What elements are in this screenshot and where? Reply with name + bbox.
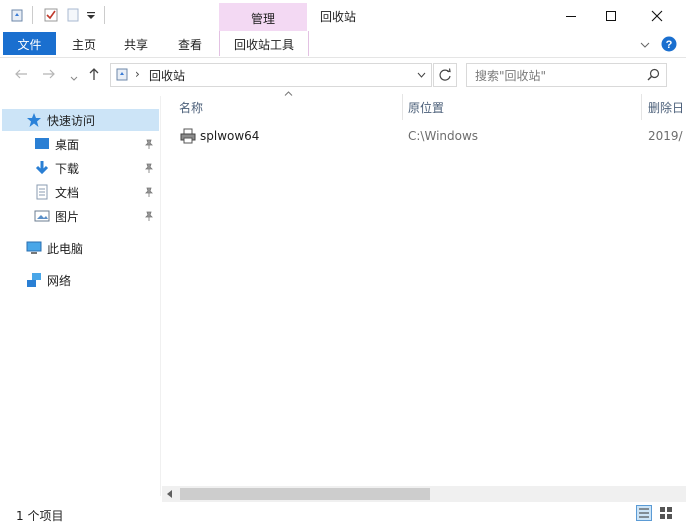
network-icon bbox=[26, 272, 42, 288]
nav-item-label: 桌面 bbox=[55, 137, 80, 152]
maximize-icon bbox=[606, 10, 616, 21]
pin-icon[interactable] bbox=[144, 211, 154, 221]
chevron-down-icon[interactable] bbox=[417, 72, 426, 78]
nav-item-downloads[interactable]: 下载 bbox=[34, 157, 79, 179]
arrow-left-icon bbox=[15, 69, 27, 79]
file-name[interactable]: splwow64 bbox=[200, 129, 259, 143]
column-header-name[interactable]: 名称 bbox=[179, 99, 203, 116]
computer-icon bbox=[26, 240, 42, 256]
pin-icon[interactable] bbox=[144, 187, 154, 197]
address-bar[interactable]: › 回收站 bbox=[110, 63, 432, 87]
desktop-icon bbox=[34, 136, 50, 152]
nav-network-label: 网络 bbox=[47, 273, 72, 288]
qat-divider bbox=[104, 6, 105, 24]
back-button[interactable] bbox=[14, 68, 28, 83]
file-tab[interactable]: 文件 bbox=[3, 32, 56, 55]
arrow-up-icon bbox=[89, 68, 99, 80]
large-icons-view-icon[interactable] bbox=[658, 505, 674, 521]
chevron-down-icon bbox=[640, 42, 650, 48]
tab-view[interactable]: 查看 bbox=[178, 36, 202, 53]
download-icon bbox=[34, 160, 50, 176]
tab-share[interactable]: 共享 bbox=[124, 36, 148, 53]
chevron-down-icon bbox=[70, 76, 78, 81]
context-tab-group-label: 管理 bbox=[250, 12, 275, 26]
qat-divider bbox=[32, 6, 33, 24]
ribbon-tabs-bar bbox=[0, 31, 686, 58]
nav-quick-access[interactable]: 快速访问 bbox=[26, 109, 95, 131]
up-button[interactable] bbox=[88, 67, 100, 84]
pin-icon[interactable] bbox=[144, 139, 154, 149]
status-item-count: 1 个项目 bbox=[16, 509, 64, 523]
column-header-date-deleted[interactable]: 删除日 bbox=[648, 99, 686, 116]
context-tab-group-header: 管理 bbox=[219, 3, 307, 31]
recycle-bin-icon bbox=[116, 68, 128, 81]
recycle-bin-icon[interactable] bbox=[10, 8, 24, 22]
customize-arrow-icon[interactable] bbox=[86, 8, 100, 22]
arrow-right-icon bbox=[43, 69, 55, 79]
tab-recycle-bin-tools[interactable]: 回收站工具 bbox=[219, 31, 309, 56]
nav-this-pc[interactable]: 此电脑 bbox=[26, 237, 83, 259]
printer-icon bbox=[180, 128, 196, 144]
window-title: 回收站 bbox=[320, 10, 357, 24]
refresh-button[interactable] bbox=[433, 63, 457, 87]
minimize-icon bbox=[566, 15, 576, 17]
nav-item-label: 文档 bbox=[55, 185, 80, 200]
breadcrumb-separator: › bbox=[135, 67, 140, 81]
nav-item-desktop[interactable]: 桌面 bbox=[34, 133, 79, 155]
search-input[interactable]: 搜索"回收站" bbox=[475, 67, 546, 84]
details-view-icon[interactable] bbox=[636, 505, 652, 521]
file-tab-label: 文件 bbox=[17, 38, 42, 52]
close-button[interactable] bbox=[634, 0, 680, 31]
nav-quick-access-label: 快速访问 bbox=[47, 113, 96, 128]
properties-icon[interactable] bbox=[44, 8, 58, 22]
new-folder-icon[interactable] bbox=[66, 8, 80, 22]
navigation-pane bbox=[0, 96, 161, 496]
svg-text:?: ? bbox=[666, 39, 673, 51]
nav-this-pc-label: 此电脑 bbox=[47, 241, 84, 256]
forward-button[interactable] bbox=[42, 68, 56, 83]
file-date-deleted: 2019/ bbox=[648, 129, 683, 143]
pin-icon[interactable] bbox=[144, 163, 154, 173]
help-icon: ? bbox=[661, 36, 677, 52]
search-box[interactable]: 搜索"回收站" bbox=[466, 63, 667, 87]
nav-item-pictures[interactable]: 图片 bbox=[34, 205, 79, 227]
tab-home[interactable]: 主页 bbox=[72, 36, 96, 53]
column-divider[interactable] bbox=[641, 94, 642, 120]
star-icon bbox=[26, 112, 42, 128]
nav-item-label: 下载 bbox=[55, 161, 80, 176]
column-header-original-location[interactable]: 原位置 bbox=[408, 99, 444, 116]
refresh-icon bbox=[439, 68, 451, 81]
recent-locations-button[interactable] bbox=[70, 71, 78, 85]
document-icon bbox=[34, 184, 50, 200]
breadcrumb-recycle-bin[interactable]: 回收站 bbox=[149, 67, 185, 84]
nav-network[interactable]: 网络 bbox=[26, 269, 71, 291]
column-divider[interactable] bbox=[402, 94, 403, 120]
sort-ascending-icon bbox=[284, 91, 293, 96]
maximize-button[interactable] bbox=[588, 0, 634, 31]
scroll-left-icon[interactable] bbox=[166, 490, 173, 498]
scrollbar-thumb[interactable] bbox=[180, 488, 430, 500]
nav-item-label: 图片 bbox=[55, 209, 80, 224]
nav-item-documents[interactable]: 文档 bbox=[34, 181, 79, 203]
search-icon bbox=[647, 68, 660, 81]
close-icon bbox=[651, 10, 663, 21]
tab-recycle-bin-tools-label: 回收站工具 bbox=[233, 38, 294, 52]
file-original-location: C:\Windows bbox=[408, 129, 479, 143]
expand-ribbon-button[interactable] bbox=[640, 38, 650, 52]
pictures-icon bbox=[34, 208, 50, 224]
help-button[interactable]: ? bbox=[661, 36, 677, 55]
